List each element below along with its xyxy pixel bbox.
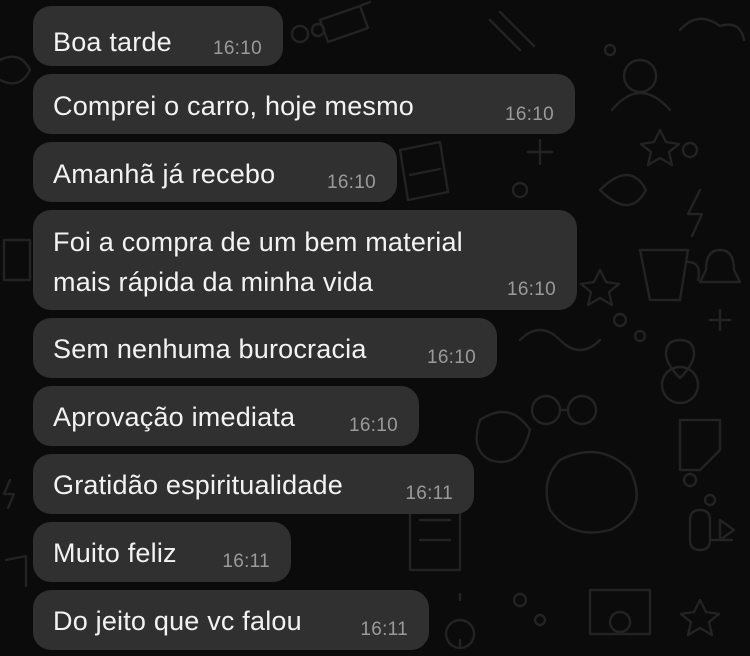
message-text: Aprovação imediata <box>53 402 296 432</box>
wallpaper-cat-icon <box>545 450 638 534</box>
wallpaper-circle-icon <box>511 181 529 199</box>
wallpaper-squiggle-icon <box>518 328 602 352</box>
message-text: Do jeito que vc falou <box>53 606 302 636</box>
wallpaper-box-icon <box>2 238 32 282</box>
message-bubble[interactable]: Do jeito que vc falou 16:11 <box>33 590 429 650</box>
wallpaper-lightning-icon <box>686 188 704 238</box>
message-text: Boa tarde <box>53 27 172 57</box>
wallpaper-sparkle-icon <box>526 138 554 166</box>
message-time: 16:10 <box>506 279 556 300</box>
message-text: Gratidão espiritualidade <box>53 470 343 500</box>
wallpaper-bell-icon <box>698 248 742 284</box>
wallpaper-star-icon <box>579 268 621 307</box>
wallpaper-star-icon <box>679 598 721 637</box>
wallpaper-circle-icon <box>703 493 717 507</box>
wallpaper-note-icon <box>4 554 28 588</box>
wallpaper-mic-icon <box>688 508 734 552</box>
message-time: 16:10 <box>348 415 398 436</box>
wallpaper-bolt-icon <box>2 478 16 510</box>
message-bubble[interactable]: Muito feliz 16:11 <box>33 522 291 582</box>
wallpaper-star-icon <box>639 128 681 167</box>
message-bubble[interactable]: Amanhã já recebo 16:10 <box>33 142 397 202</box>
wallpaper-book-icon <box>398 140 450 202</box>
message-time: 16:11 <box>405 483 453 504</box>
message-time: 16:10 <box>212 38 262 59</box>
wallpaper-circle-icon <box>633 329 647 343</box>
message-time: 16:10 <box>426 347 476 368</box>
message-time: 16:10 <box>326 172 376 193</box>
message-bubble[interactable]: Aprovação imediata 16:10 <box>33 386 419 446</box>
wallpaper-glasses-icon <box>530 394 598 426</box>
wallpaper-circle-icon <box>681 141 699 159</box>
message-bubble[interactable]: Comprei o carro, hoje mesmo 16:10 <box>33 74 575 134</box>
wallpaper-play-icon <box>718 518 736 542</box>
message-bubble[interactable]: Gratidão espiritualidade 16:11 <box>33 454 474 514</box>
wallpaper-circle-icon <box>682 472 698 488</box>
wallpaper-circle-icon <box>290 24 310 44</box>
message-time: 16:10 <box>504 104 554 125</box>
wallpaper-circle-icon <box>533 613 547 627</box>
wallpaper-person-icon <box>610 58 672 112</box>
message-time: 16:11 <box>222 551 270 572</box>
wallpaper-circle-icon <box>310 22 326 38</box>
wallpaper-pen-icon <box>488 10 536 52</box>
wallpaper-pencil-icon <box>318 0 372 44</box>
wallpaper-circle-icon <box>603 43 617 57</box>
wallpaper-sticker-icon <box>678 418 722 472</box>
wallpaper-fish-icon <box>0 55 32 85</box>
wallpaper-bird-icon <box>475 410 532 464</box>
wallpaper-sparkle-icon <box>708 308 732 332</box>
wallpaper-camera-icon <box>588 588 652 636</box>
message-bubble[interactable]: Foi a compra de um bem material mais ráp… <box>33 210 577 310</box>
message-text: Amanhã já recebo <box>53 159 276 189</box>
chat-window: Boa tarde 16:10 Comprei o carro, hoje me… <box>0 0 750 656</box>
message-bubble[interactable]: Sem nenhuma burocracia 16:10 <box>33 318 497 378</box>
message-text: Comprei o carro, hoje mesmo <box>53 91 415 121</box>
wallpaper-cloud-icon <box>678 17 746 42</box>
message-time: 16:11 <box>360 619 408 640</box>
wallpaper-circle-icon <box>512 592 528 608</box>
wallpaper-circle-icon <box>612 312 628 328</box>
wallpaper-pin-icon <box>664 338 696 380</box>
wallpaper-leaf-icon <box>598 173 648 207</box>
message-text: Muito feliz <box>53 538 177 568</box>
message-text: Sem nenhuma burocracia <box>53 334 367 364</box>
wallpaper-gear-icon <box>444 592 476 650</box>
message-bubble[interactable]: Boa tarde 16:10 <box>33 6 283 66</box>
message-text: Foi a compra de um bem material mais ráp… <box>53 227 463 297</box>
wallpaper-ball-icon <box>660 365 700 405</box>
wallpaper-cup-icon <box>638 248 701 302</box>
